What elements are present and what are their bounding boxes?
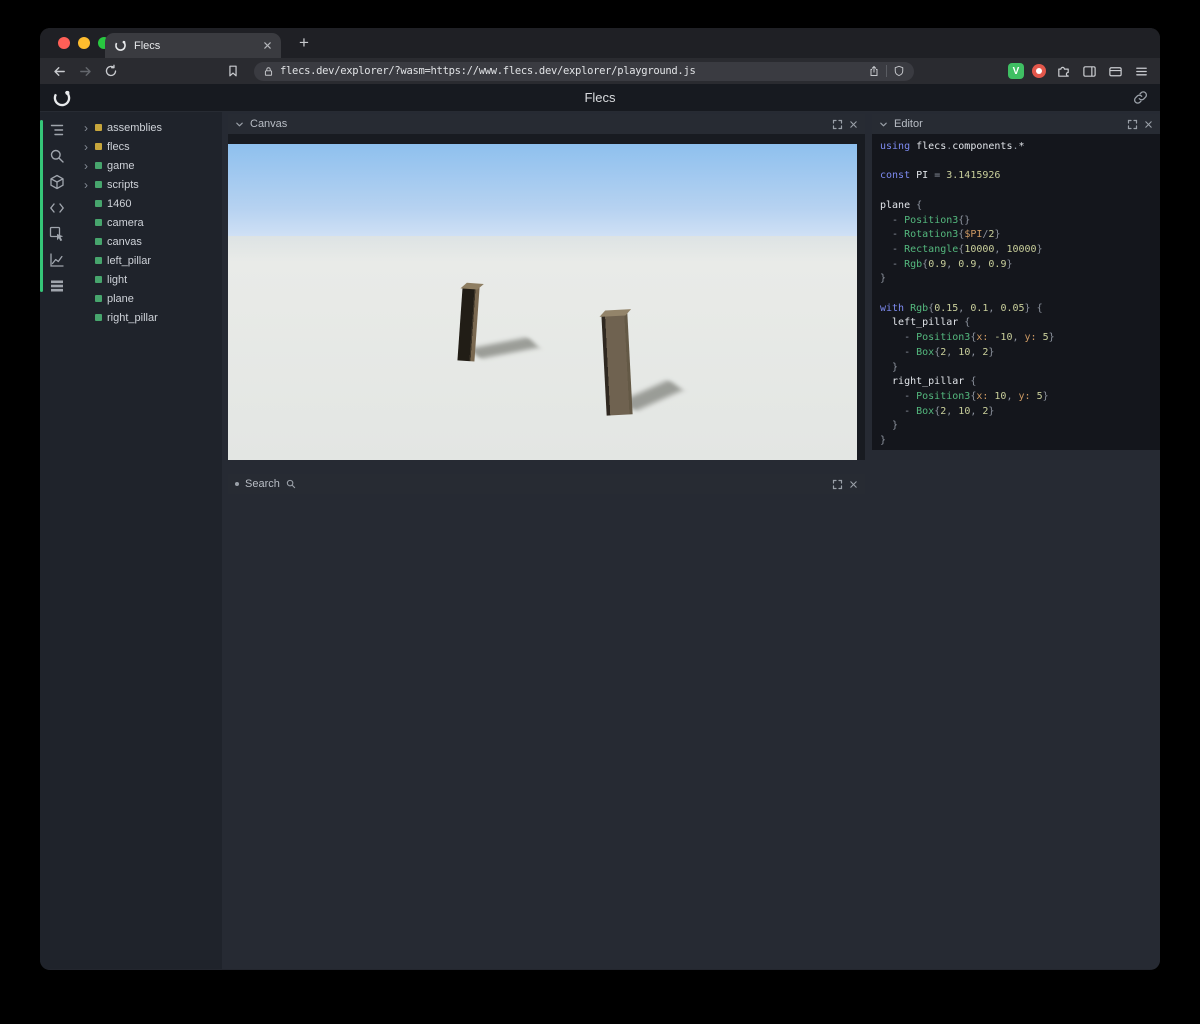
tree-item-right_pillar[interactable]: right_pillar (82, 308, 222, 327)
rows-icon[interactable] (49, 278, 65, 294)
chevron-down-icon[interactable] (235, 120, 244, 129)
collapsed-dot-icon[interactable] (235, 482, 239, 486)
tree-item-assemblies[interactable]: › assemblies (82, 118, 222, 137)
tab-strip: Flecs + (40, 28, 1160, 58)
search-panel: Search (228, 474, 865, 494)
canvas-panel: Canvas (228, 114, 865, 460)
permalink-icon[interactable] (1133, 90, 1148, 105)
tree-item-1460[interactable]: 1460 (82, 194, 222, 213)
divider (886, 65, 887, 77)
right-pillar-object (601, 313, 633, 416)
tab-title: Flecs (134, 39, 161, 52)
editor-panel-header: Editor (872, 114, 1160, 134)
search-panel-title: Search (245, 478, 280, 490)
flecs-logo-icon[interactable] (52, 88, 72, 108)
sky (228, 144, 857, 236)
code-icon[interactable] (49, 200, 65, 216)
editor-panel: Editor using flecs.components.* const PI… (872, 114, 1160, 450)
chevron-down-icon[interactable] (879, 120, 888, 129)
tree-item-plane[interactable]: plane (82, 289, 222, 308)
tree-item-left_pillar[interactable]: left_pillar (82, 251, 222, 270)
extension-red-icon[interactable] (1032, 64, 1046, 78)
window-minimize-button[interactable] (78, 37, 90, 49)
expand-icon[interactable] (1127, 119, 1138, 130)
tree-outline-icon[interactable] (49, 122, 65, 138)
tool-sidebar (40, 112, 74, 969)
tree-item-game[interactable]: › game (82, 156, 222, 175)
url-text[interactable]: flecs.dev/explorer/?wasm=https://www.fle… (280, 65, 862, 77)
canvas-panel-title: Canvas (250, 118, 288, 130)
page-title: Flecs (584, 90, 616, 105)
entity-tree: › assemblies › flecs › game › scripts 1460 camera… (74, 112, 222, 969)
close-icon[interactable] (849, 120, 858, 129)
new-tab-button[interactable]: + (292, 32, 316, 56)
window-close-button[interactable] (58, 37, 70, 49)
tree-item-camera[interactable]: camera (82, 213, 222, 232)
share-icon[interactable] (868, 65, 880, 77)
tree-item-scripts[interactable]: › scripts (82, 175, 222, 194)
tree-item-light[interactable]: light (82, 270, 222, 289)
magnifier-icon (286, 479, 296, 489)
canvas-3d-scene[interactable] (228, 144, 857, 460)
editor-panel-title: Editor (894, 118, 923, 130)
canvas-panel-header: Canvas (228, 114, 865, 134)
browser-tab-flecs[interactable]: Flecs (105, 33, 281, 58)
back-icon[interactable] (50, 62, 68, 80)
tree-item-canvas[interactable]: canvas (82, 232, 222, 251)
editor-code[interactable]: using flecs.components.* const PI = 3.14… (872, 134, 1160, 450)
close-icon[interactable] (1144, 120, 1153, 129)
extension-v-icon[interactable]: V (1008, 63, 1024, 79)
browser-window: Flecs + flecs.dev/explorer/?wasm=https:/… (40, 28, 1160, 970)
bookmark-icon[interactable] (224, 62, 242, 80)
reload-icon[interactable] (102, 62, 120, 80)
menu-icon[interactable] (1132, 62, 1150, 80)
chart-icon[interactable] (49, 252, 65, 268)
window-controls (58, 37, 110, 49)
shield-icon[interactable] (893, 65, 905, 77)
flecs-favicon (114, 39, 127, 52)
ground-plane (228, 236, 857, 460)
search-icon[interactable] (49, 148, 65, 164)
inspect-icon[interactable] (49, 226, 65, 242)
extensions-puzzle-icon[interactable] (1054, 62, 1072, 80)
tab-close-icon[interactable] (263, 41, 272, 50)
search-panel-header: Search (228, 474, 865, 494)
close-icon[interactable] (849, 480, 858, 489)
tree-item-flecs[interactable]: › flecs (82, 137, 222, 156)
browser-toolbar: flecs.dev/explorer/?wasm=https://www.fle… (40, 58, 1160, 84)
app-header: Flecs (40, 84, 1160, 112)
lock-icon (263, 66, 274, 77)
cube-icon[interactable] (49, 174, 65, 190)
workspace: Canvas Search Editor using flecs.compone… (222, 112, 1160, 969)
wallet-icon[interactable] (1106, 62, 1124, 80)
url-bar[interactable]: flecs.dev/explorer/?wasm=https://www.fle… (254, 61, 914, 81)
side-panel-icon[interactable] (1080, 62, 1098, 80)
forward-icon[interactable] (76, 62, 94, 80)
expand-icon[interactable] (832, 479, 843, 490)
expand-icon[interactable] (832, 119, 843, 130)
